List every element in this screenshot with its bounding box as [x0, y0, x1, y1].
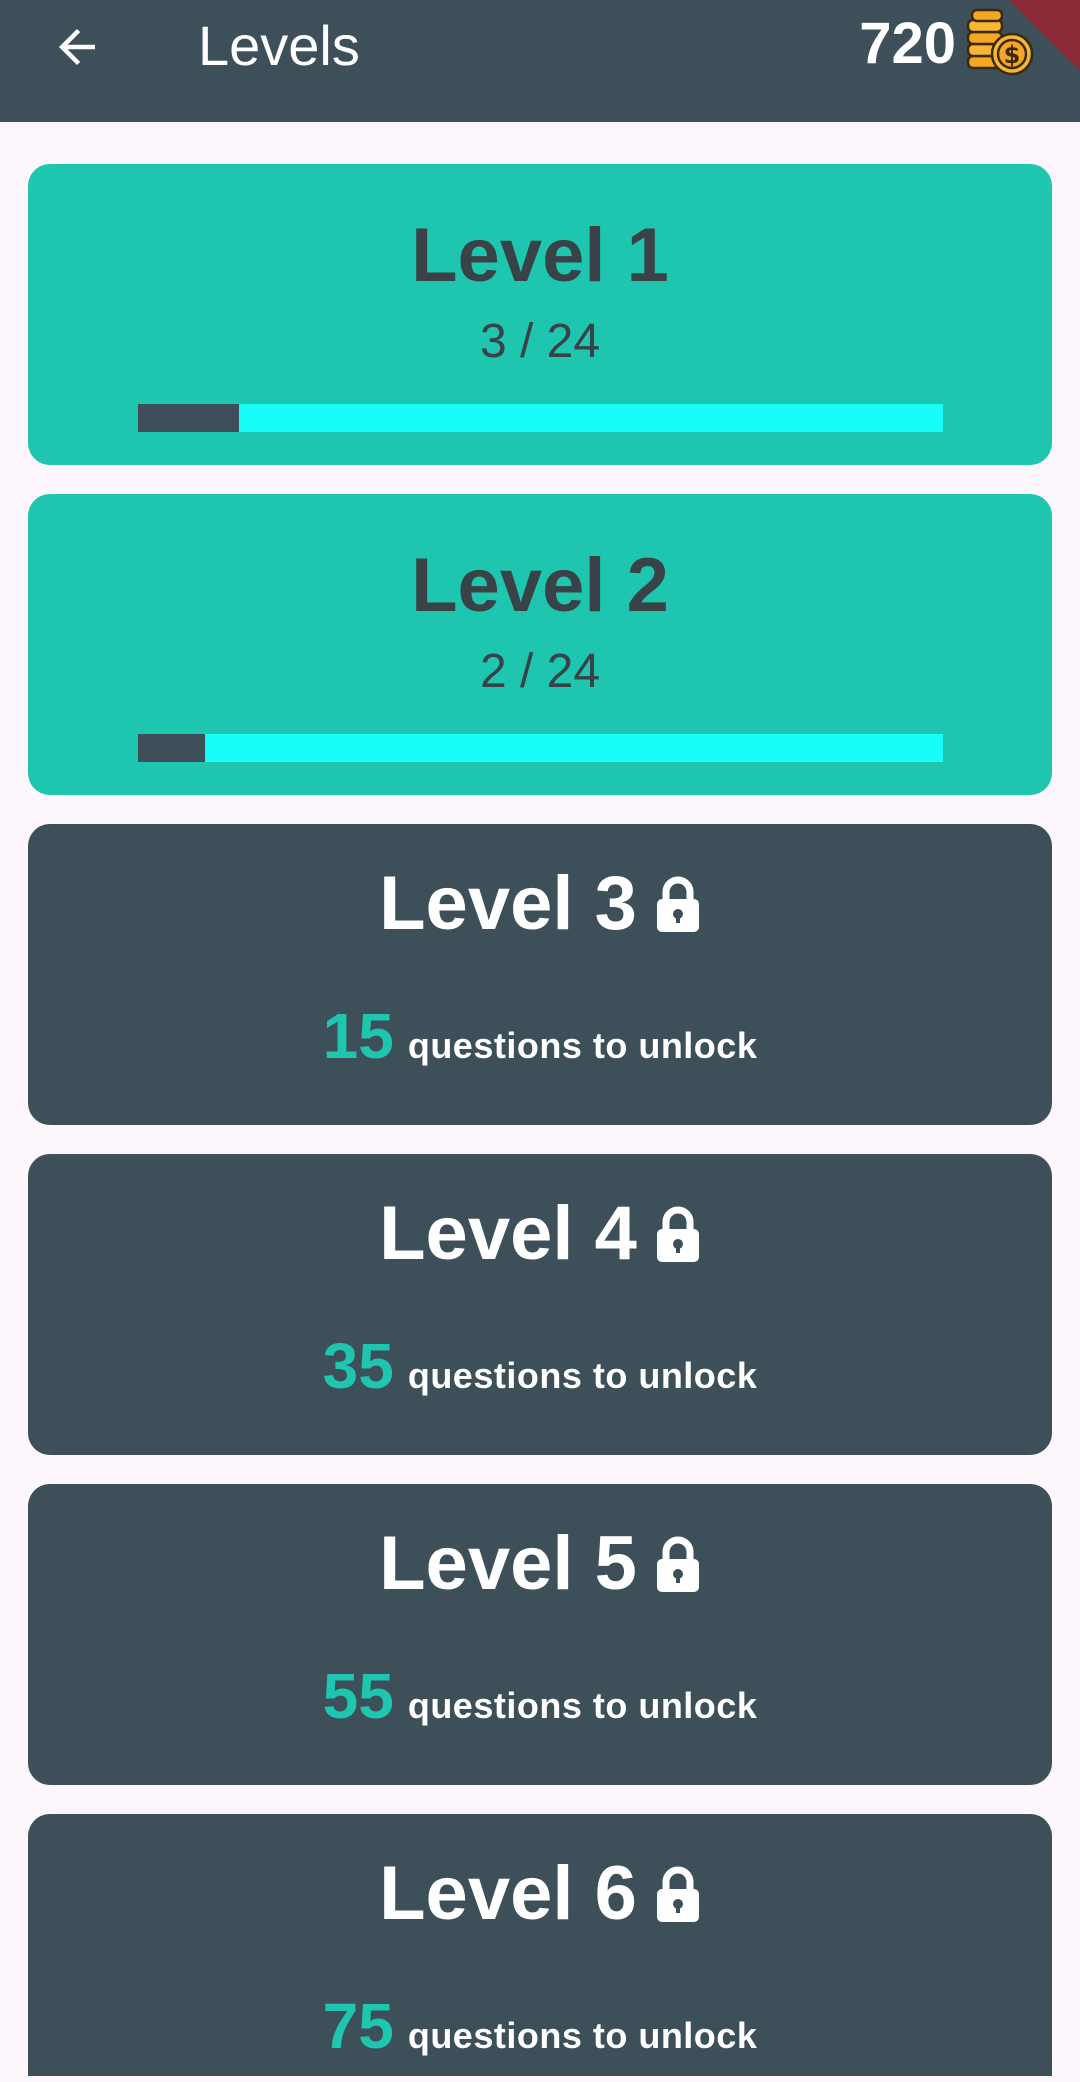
unlock-requirement: 55 questions to unlock: [28, 1660, 1052, 1732]
svg-text:$: $: [1004, 41, 1021, 69]
level-title-row: Level 4: [28, 1190, 1052, 1278]
unlock-text: questions to unlock: [407, 1355, 758, 1396]
level-title-row: Level 3: [28, 860, 1052, 948]
level-progress-label: 3 / 24: [479, 315, 601, 368]
unlock-text: questions to unlock: [407, 1685, 758, 1726]
level-card-4[interactable]: Level 4 35 questions to unlock: [28, 1154, 1052, 1455]
lock-icon: [655, 1866, 701, 1922]
level-progress-bar: [138, 404, 943, 432]
level-card-2[interactable]: Level 2 2 / 24: [28, 494, 1052, 795]
level-title-row: Level 6: [28, 1850, 1052, 1938]
level-card-5[interactable]: Level 5 55 questions to unlock: [28, 1484, 1052, 1785]
level-title: Level 6: [379, 1851, 637, 1936]
level-title: Level 5: [379, 1521, 637, 1606]
unlock-text: questions to unlock: [407, 1025, 758, 1066]
level-card-1[interactable]: Level 1 3 / 24: [28, 164, 1052, 465]
level-title: Level 3: [379, 861, 637, 946]
unlock-count: 55: [322, 1660, 394, 1732]
levels-list: Level 1 3 / 24 Level 2 2 / 24 Level 3 15…: [28, 164, 1052, 2076]
level-progress-bar: [138, 734, 943, 762]
back-button[interactable]: [40, 10, 114, 84]
unlock-count: 35: [322, 1330, 394, 1402]
level-card-3[interactable]: Level 3 15 questions to unlock: [28, 824, 1052, 1125]
app-bar: Levels 720 $: [0, 0, 1080, 122]
unlock-count: 75: [322, 1990, 394, 2062]
lock-icon: [655, 1206, 701, 1262]
unlock-text: questions to unlock: [407, 2015, 758, 2056]
level-title: Level 2: [411, 543, 669, 628]
coin-balance: 720 $: [859, 8, 1036, 80]
level-title-row: Level 5: [28, 1520, 1052, 1608]
page-title: Levels: [198, 14, 360, 77]
level-progress-fill: [138, 734, 206, 762]
level-progress-fill: [138, 404, 239, 432]
unlock-requirement: 35 questions to unlock: [28, 1330, 1052, 1402]
level-title: Level 1: [411, 213, 669, 298]
level-card-6[interactable]: Level 6 75 questions to unlock: [28, 1814, 1052, 2076]
arrow-left-icon: [59, 29, 95, 65]
lock-icon: [655, 876, 701, 932]
lock-icon: [655, 1536, 701, 1592]
coin-count: 720: [859, 11, 956, 76]
unlock-requirement: 75 questions to unlock: [28, 1990, 1052, 2062]
unlock-count: 15: [322, 1000, 394, 1072]
coin-stack-icon: $: [966, 8, 1034, 76]
level-title: Level 4: [379, 1191, 637, 1276]
unlock-requirement: 15 questions to unlock: [28, 1000, 1052, 1072]
level-progress-label: 2 / 24: [479, 645, 601, 698]
